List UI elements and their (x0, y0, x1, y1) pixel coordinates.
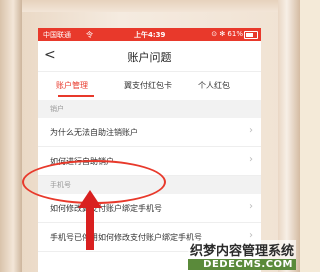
list-item[interactable]: 为什么无法自助注销账户 › (38, 118, 261, 147)
section-header-phone: 手机号 (38, 176, 261, 194)
phone-frame: 中国联通 令 上午4:39 ⊙ ✻ 61% < 账户问题 账户管理 翼支付红包卡… (0, 0, 300, 272)
nav-bar: < 账户问题 (38, 41, 261, 72)
up-arrow-icon (78, 190, 102, 250)
active-tab-indicator (58, 95, 94, 97)
chevron-right-icon: › (249, 201, 253, 212)
status-bar: 中国联通 令 上午4:39 ⊙ ✻ 61% (38, 28, 261, 41)
tab-bar: 账户管理 翼支付红包卡 个人红包 (38, 72, 261, 100)
list-item[interactable]: 如何修改翼支付账户绑定手机号 › (38, 194, 261, 223)
list-item-label: 为什么无法自助注销账户 (50, 128, 138, 137)
watermark-url: DEDECMS.COM (187, 259, 296, 270)
carrier-label: 中国联通 (43, 31, 71, 39)
phone-frame-right (278, 0, 300, 272)
wifi-icon: 令 (86, 31, 93, 39)
phone-screen: 中国联通 令 上午4:39 ⊙ ✻ 61% < 账户问题 账户管理 翼支付红包卡… (38, 28, 261, 272)
battery-icon (244, 31, 258, 39)
list-item-label: 如何进行自助销户 (50, 157, 114, 166)
watermark: 织梦内容管理系统 DEDECMS.COM (187, 240, 296, 270)
phone-frame-top (0, 0, 300, 12)
watermark-title: 织梦内容管理系统 (187, 240, 296, 259)
phone-frame-left (0, 0, 22, 272)
tab-personal-redpacket[interactable]: 个人红包 (198, 80, 230, 91)
status-indicators: ⊙ ✻ 61% (211, 30, 243, 38)
section-header-cancel: 销户 (38, 100, 261, 118)
chevron-right-icon: › (249, 154, 253, 165)
chevron-right-icon: › (249, 125, 253, 136)
clock: 上午4:39 (134, 31, 166, 39)
list-item-label: 手机号已停用如何修改支付账户绑定手机号 (50, 233, 202, 242)
tab-bestpay-redpacket-card[interactable]: 翼支付红包卡 (124, 80, 172, 91)
tab-account-management[interactable]: 账户管理 (56, 80, 88, 91)
list-item[interactable]: 如何进行自助销户 › (38, 147, 261, 176)
list-item-label: 如何修改翼支付账户绑定手机号 (50, 204, 162, 213)
page-title: 账户问题 (127, 51, 172, 64)
